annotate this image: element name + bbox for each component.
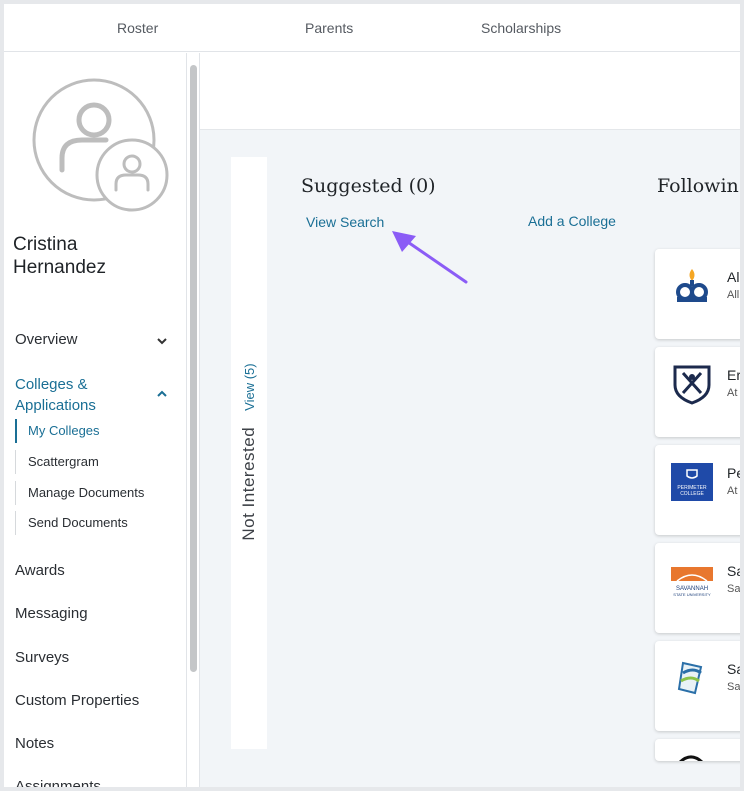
scrollbar-thumb[interactable] (190, 65, 197, 672)
sidebar-item-custom-properties[interactable]: Custom Properties (15, 692, 139, 709)
suggested-title: Suggested (0) (301, 175, 436, 197)
sidebar-subitem-scattergram[interactable]: Scattergram (15, 450, 99, 474)
add-college-link[interactable]: Add a College (528, 213, 616, 229)
college-location: Sa (727, 681, 740, 693)
sidebar-item-messaging[interactable]: Messaging (15, 605, 88, 622)
perimeter-college-logo: PERIMETER COLLEGE (671, 463, 713, 501)
sidebar-item-overview[interactable]: Overview (15, 331, 78, 348)
svg-text:COLLEGE: COLLEGE (680, 491, 704, 497)
sidebar-item-awards[interactable]: Awards (15, 562, 65, 579)
sidebar-subitem-send-documents[interactable]: Send Documents (15, 511, 128, 535)
college-logo-icon (677, 661, 703, 695)
sidebar-subitem-my-colleges[interactable]: My Colleges (15, 419, 100, 443)
college-card[interactable]: Er At (655, 347, 740, 437)
college-card[interactable]: SAVANNAH STATE UNIVERSITY Sa Sa (655, 543, 740, 633)
not-interested-panel: Not Interested View (5) (231, 157, 267, 749)
following-title: Followin (657, 175, 739, 197)
college-logo-icon (679, 755, 703, 761)
annotation-arrow-icon (392, 231, 468, 284)
sidebar-subitem-manage-documents[interactable]: Manage Documents (15, 481, 144, 505)
tab-parents[interactable]: Parents (305, 20, 353, 36)
sidebar-item-assignments[interactable]: Assignments (15, 778, 101, 787)
chevron-down-icon[interactable] (155, 334, 169, 348)
college-logo-icon (676, 269, 708, 302)
college-location: Sa (727, 583, 740, 595)
tab-scholarships[interactable]: Scholarships (481, 20, 561, 36)
sidebar-scrollbar[interactable] (187, 53, 200, 787)
sidebar-item-colleges-applications[interactable]: Colleges & Applications (15, 374, 96, 416)
college-name: Sa (727, 563, 740, 579)
top-navigation: Roster Parents Scholarships (4, 4, 740, 52)
not-interested-title: Not Interested (239, 426, 258, 541)
app-frame: Roster Parents Scholarships Cristina Her… (4, 4, 740, 787)
college-name: Er (727, 367, 740, 383)
student-name: Cristina Hernandez (13, 234, 106, 278)
tab-roster[interactable]: Roster (117, 20, 158, 36)
student-avatar-icon (32, 78, 169, 212)
view-search-link[interactable]: View Search (306, 214, 384, 230)
svg-text:STATE UNIVERSITY: STATE UNIVERSITY (673, 592, 711, 597)
college-name: Al (727, 269, 740, 285)
college-location: All (727, 289, 740, 301)
not-interested-view-link[interactable]: View (5) (242, 363, 257, 410)
savannah-state-logo: SAVANNAH STATE UNIVERSITY (671, 567, 713, 597)
shield-torch-icon (673, 365, 711, 405)
main-content: Not Interested View (5) Suggested (0) Vi… (200, 130, 740, 787)
college-card[interactable]: PERIMETER COLLEGE Pe At (655, 445, 740, 535)
college-card[interactable] (655, 739, 740, 761)
college-location: At (727, 485, 738, 497)
main-header (200, 53, 740, 130)
college-card[interactable]: Sa Sa (655, 641, 740, 731)
sidebar-item-surveys[interactable]: Surveys (15, 649, 69, 666)
college-name: Pe (727, 465, 740, 481)
college-location: At (727, 387, 738, 399)
college-name: Sa (727, 661, 740, 677)
college-card[interactable]: Al All (655, 249, 740, 339)
sidebar-item-notes[interactable]: Notes (15, 735, 54, 752)
chevron-up-icon[interactable] (155, 387, 169, 401)
sidebar: Cristina Hernandez Overview Colleges & A… (4, 53, 187, 787)
